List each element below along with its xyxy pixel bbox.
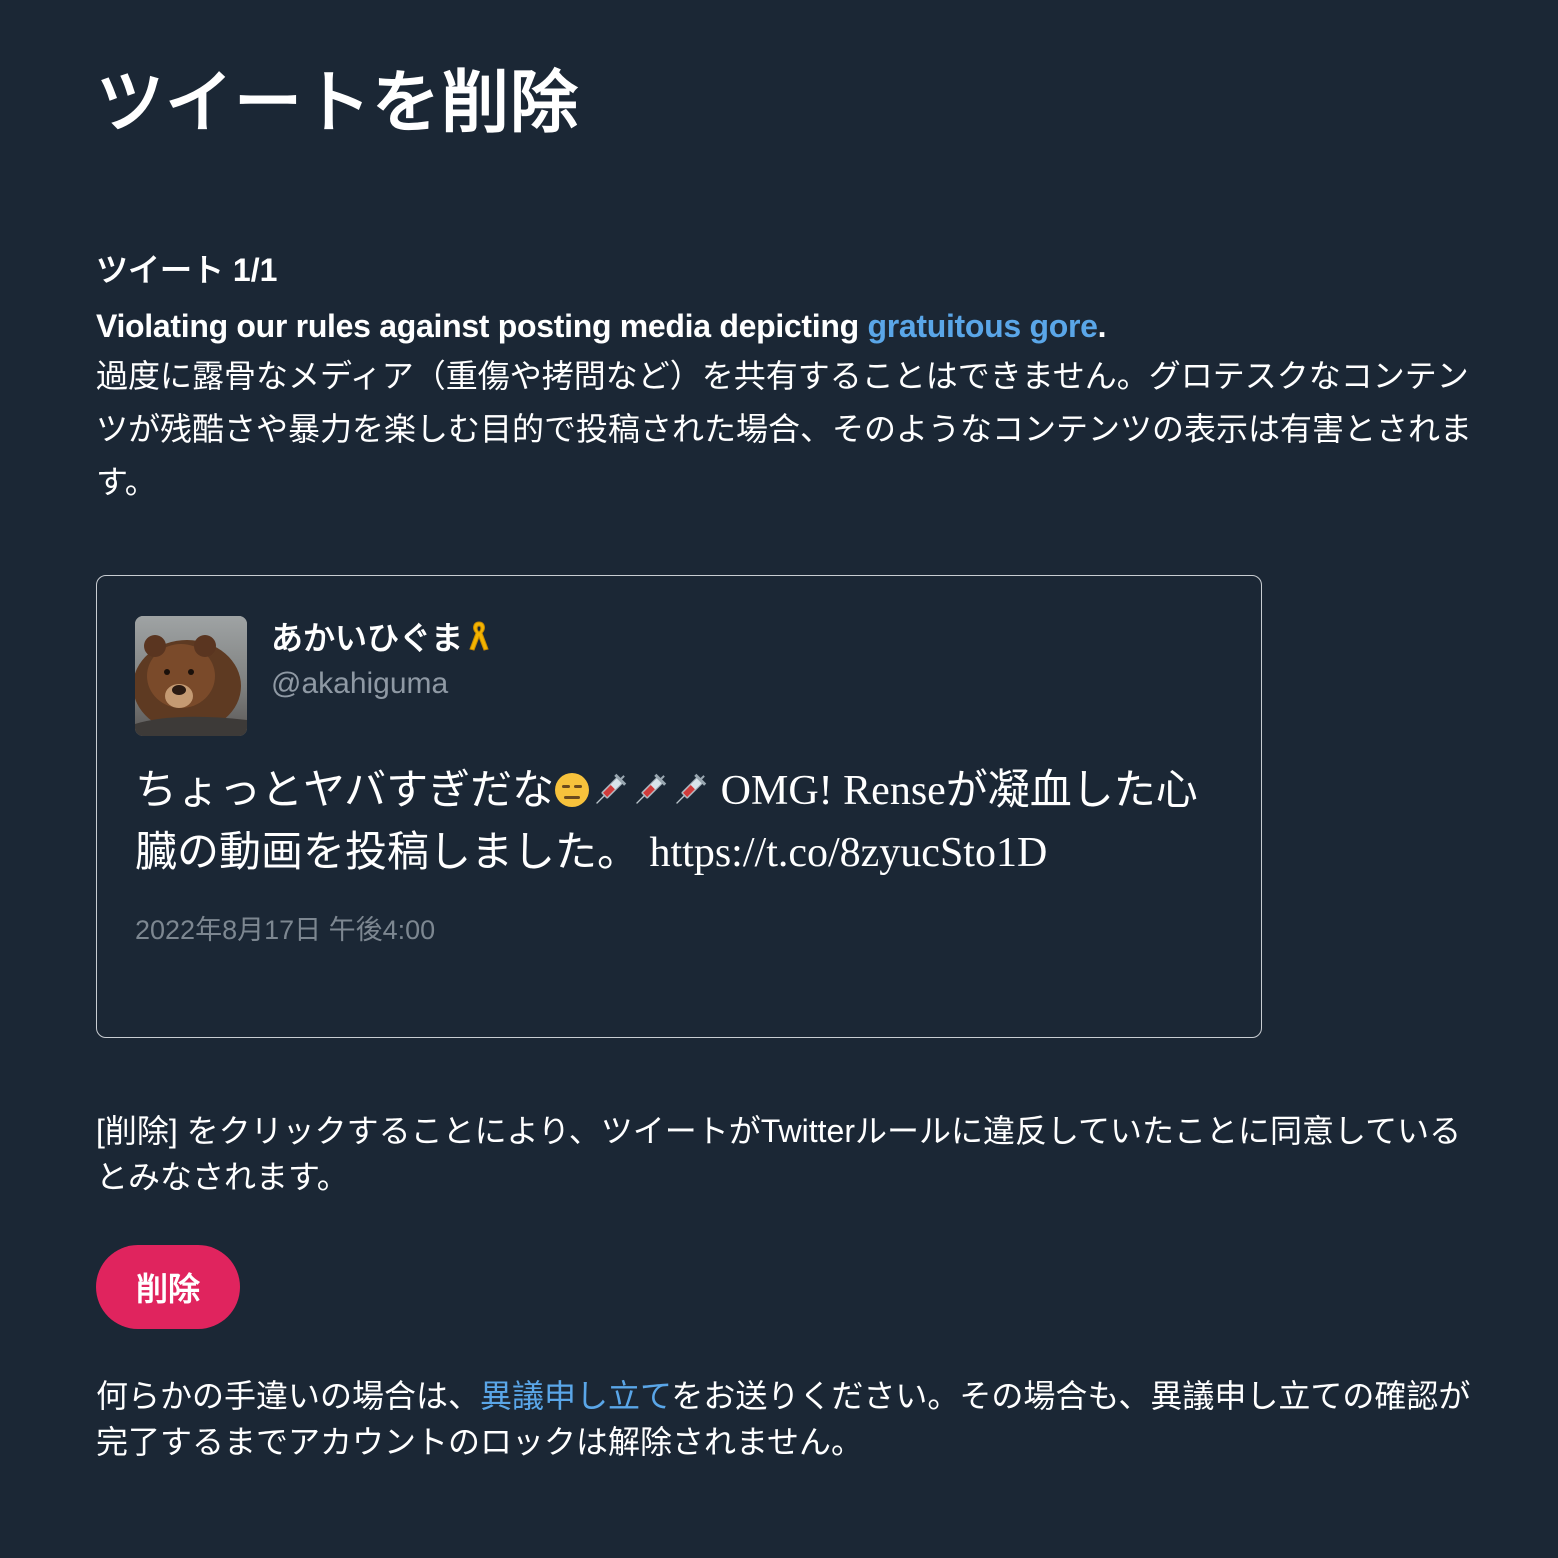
appeal-text: 何らかの手違いの場合は、異議申し立てをお送りください。その場合も、異議申し立ての… (96, 1373, 1486, 1465)
violation-title: Violating our rules against posting medi… (96, 302, 1476, 350)
avatar (135, 616, 247, 736)
page-title: ツイートを削除 (96, 65, 580, 141)
author-handle: @akahiguma (271, 667, 449, 700)
consent-text: [削除] をクリックすることにより、ツイートがTwitterルールに違反していた… (96, 1113, 1462, 1195)
expressionless-face-icon (554, 764, 590, 807)
author-name-text: あかいひぐま (271, 620, 464, 656)
syringe-icon (630, 766, 670, 806)
tweet-card: あかいひぐま @akahiguma ちょっとヤバすぎだな OMG! Renseが… (96, 575, 1262, 1038)
violation-title-suffix: . (1097, 308, 1107, 344)
appeal-link[interactable]: 異議申し立て (480, 1378, 671, 1414)
appeal-text-prefix: 何らかの手違いの場合は、 (96, 1378, 481, 1414)
delete-button[interactable]: 削除 (96, 1245, 240, 1329)
tweet-counter: ツイート 1/1 (96, 252, 278, 288)
violation-description: 過度に露骨なメディア（重傷や拷問など）を共有することはできません。グロテスクなコ… (96, 358, 1473, 500)
tweet-text-part1: ちょっとヤバすぎだな (135, 768, 555, 814)
tweet-text: ちょっとヤバすぎだな OMG! Renseが凝血した心臓の動画を投稿しました。 … (135, 760, 1235, 884)
author-name: あかいひぐま (271, 616, 491, 660)
violation-notice: Violating our rules against posting medi… (96, 302, 1476, 509)
syringe-icon (590, 766, 630, 806)
violation-title-prefix: Violating our rules against posting medi… (96, 308, 868, 344)
syringe-icon (670, 766, 710, 806)
gratuitous-gore-rule-link[interactable]: gratuitous gore (867, 308, 1097, 344)
bear-avatar-image (135, 616, 247, 736)
tweet-timestamp: 2022年8月17日 午後4:00 (135, 915, 436, 945)
yellow-ribbon-icon (467, 619, 491, 653)
